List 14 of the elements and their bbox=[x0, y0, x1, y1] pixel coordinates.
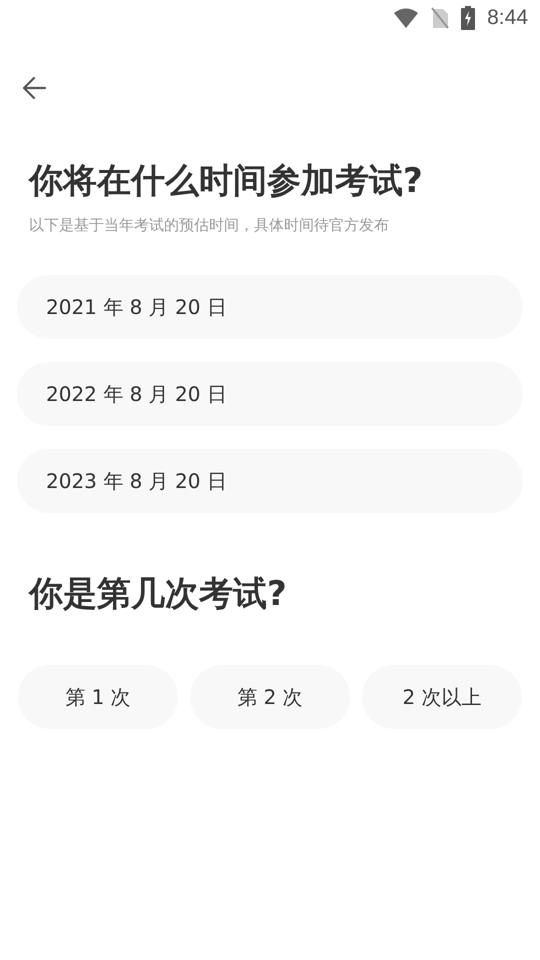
date-option[interactable]: 2023 年 8 月 20 日 bbox=[17, 449, 523, 513]
date-option[interactable]: 2022 年 8 月 20 日 bbox=[17, 362, 523, 426]
back-arrow-icon[interactable] bbox=[21, 76, 47, 100]
question-subtitle: 以下是基于当年考试的预估时间，具体时间待官方发布 bbox=[29, 216, 390, 235]
wifi-icon bbox=[393, 8, 420, 28]
status-time: 8:44 bbox=[487, 6, 528, 30]
battery-icon bbox=[461, 6, 476, 30]
question-title: 你将在什么时间参加考试? bbox=[29, 160, 424, 203]
attempt-option[interactable]: 第 2 次 bbox=[190, 665, 350, 729]
attempt-option[interactable]: 第 1 次 bbox=[18, 665, 178, 729]
date-option[interactable]: 2021 年 8 月 20 日 bbox=[17, 275, 523, 339]
attempt-option[interactable]: 2 次以上 bbox=[362, 665, 522, 729]
no-sim-icon bbox=[431, 7, 450, 29]
question-title: 你是第几次考试? bbox=[29, 573, 288, 616]
